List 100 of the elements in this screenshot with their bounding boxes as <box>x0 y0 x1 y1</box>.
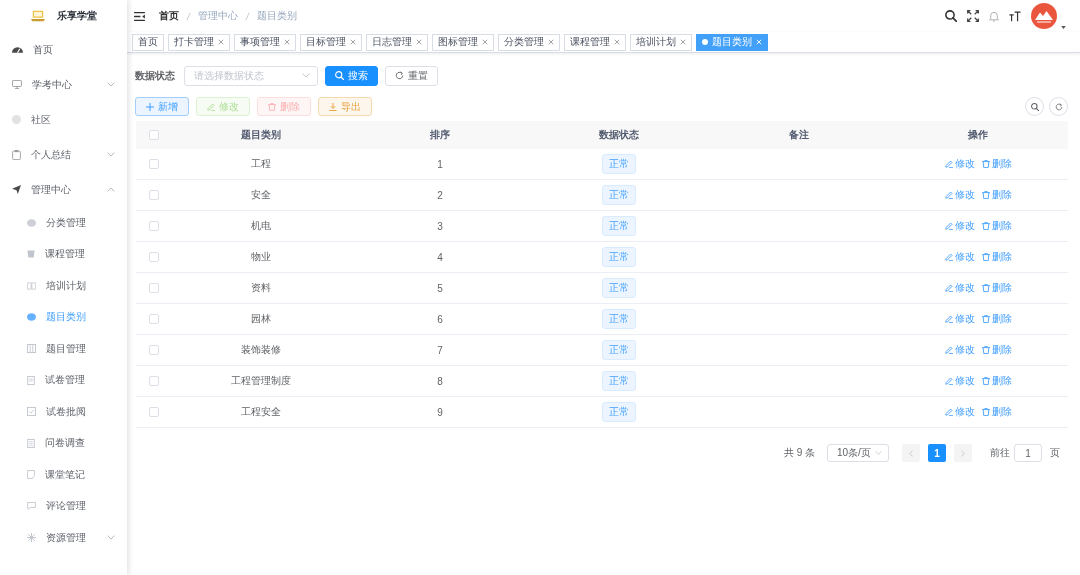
chevron-right-icon <box>961 449 965 457</box>
document-icon <box>27 375 35 385</box>
pencil-icon <box>944 222 953 230</box>
pencil-icon <box>944 315 953 323</box>
status-tag: 正常 <box>602 371 637 391</box>
checkbox[interactable] <box>148 283 159 293</box>
note-icon <box>27 470 35 480</box>
status-tag: 正常 <box>602 216 637 236</box>
page-input[interactable]: 1 <box>1014 444 1042 462</box>
checkbox[interactable] <box>148 252 159 262</box>
table-cell: 工程安全 <box>240 405 281 419</box>
table-cell: 5 <box>437 282 443 294</box>
refresh-icon <box>395 71 404 80</box>
menu-item[interactable]: 评论管理 <box>0 490 127 522</box>
checkbox[interactable] <box>148 221 159 231</box>
book-icon <box>27 281 36 290</box>
grid-icon <box>27 344 36 354</box>
tab[interactable]: 分类管理 <box>498 33 560 51</box>
menu-item[interactable]: 首页 <box>0 32 127 67</box>
refresh-icon <box>1054 102 1063 111</box>
checkbox[interactable] <box>148 407 159 417</box>
status-tag: 正常 <box>602 278 637 298</box>
close-icon[interactable] <box>482 39 488 45</box>
close-icon[interactable] <box>416 39 422 45</box>
tab[interactable]: 课程管理 <box>564 33 626 51</box>
text-size-icon[interactable] <box>1009 10 1021 22</box>
goto-label: 前往 <box>990 446 1010 460</box>
breadcrumb-link[interactable]: 首页 <box>159 9 179 23</box>
checkbox[interactable] <box>148 314 159 324</box>
trash-icon <box>981 160 990 168</box>
menu-icon[interactable] <box>134 11 145 21</box>
field-label: 数据状态 <box>135 68 175 83</box>
checkbox[interactable] <box>148 190 159 200</box>
bell-icon[interactable] <box>989 10 999 22</box>
reset-button[interactable]: 重置 <box>385 65 438 86</box>
menu-item[interactable]: 资源管理 <box>0 522 127 554</box>
laptop-icon <box>30 10 45 22</box>
trash-icon <box>981 253 990 261</box>
menu-item[interactable]: 试卷批阅 <box>0 396 127 428</box>
avatar-icon[interactable] <box>1031 3 1057 29</box>
table-cell: 8 <box>437 375 443 387</box>
search-toggle-button[interactable] <box>1025 97 1044 116</box>
table-cell: 7 <box>437 344 443 356</box>
close-icon[interactable] <box>350 39 356 45</box>
tab[interactable]: 首页 <box>132 33 164 51</box>
pencil-icon <box>944 160 953 168</box>
table-cell: 装饰装修 <box>240 343 281 357</box>
disc-icon <box>27 313 36 322</box>
menu-item[interactable]: 课程管理 <box>0 238 127 270</box>
menu-item[interactable]: 试卷管理 <box>0 364 127 396</box>
breadcrumb-item: 管理中心 <box>198 9 238 23</box>
pencil-icon <box>207 102 215 111</box>
menu-item[interactable]: 个人总结 <box>0 137 127 172</box>
status-tag: 正常 <box>602 154 637 174</box>
close-icon[interactable] <box>614 39 620 45</box>
trash-icon <box>268 102 276 111</box>
menu-item[interactable]: 题目管理 <box>0 333 127 365</box>
checkbox[interactable] <box>148 159 159 169</box>
table-cell: 2 <box>437 189 443 201</box>
caret-icon[interactable] <box>1061 26 1066 29</box>
tab[interactable]: 打卡管理 <box>168 33 230 51</box>
tab[interactable]: 培训计划 <box>630 33 692 51</box>
fullscreen-icon[interactable] <box>967 10 979 22</box>
menu-item[interactable]: 管理中心 <box>0 172 127 207</box>
chevron-down-icon <box>302 73 310 78</box>
tab[interactable]: 日志管理 <box>366 33 428 51</box>
chevron-left-icon <box>909 449 913 457</box>
status-tag: 正常 <box>602 185 637 205</box>
menu-item[interactable]: 分类管理 <box>0 207 127 239</box>
table-cell: 机电 <box>250 219 271 233</box>
column-header: 备注 <box>788 128 809 142</box>
page-size-select[interactable]: 10条/页 <box>827 444 889 462</box>
tab[interactable]: 图标管理 <box>432 33 494 51</box>
close-icon[interactable] <box>218 39 224 45</box>
gauge-icon <box>12 46 23 53</box>
tab[interactable]: 事项管理 <box>234 33 296 51</box>
close-icon[interactable] <box>680 39 686 45</box>
circle-icon <box>12 115 21 124</box>
menu-item[interactable]: 培训计划 <box>0 270 127 302</box>
trash-icon <box>981 191 990 199</box>
checkbox[interactable] <box>148 376 159 386</box>
list-icon <box>27 438 35 448</box>
checkbox[interactable] <box>148 345 159 355</box>
menu-item[interactable]: 问卷调查 <box>0 427 127 459</box>
pencil-icon <box>944 253 953 261</box>
menu-item[interactable]: 社区 <box>0 102 127 137</box>
tab[interactable]: 目标管理 <box>300 33 362 51</box>
total-count: 共 9 条 <box>783 446 815 460</box>
menu-item[interactable]: 课堂笔记 <box>0 459 127 491</box>
table-cell: 9 <box>437 406 443 418</box>
close-icon[interactable] <box>284 39 290 45</box>
refresh-button[interactable] <box>1049 97 1068 116</box>
search-icon <box>335 71 344 80</box>
checkbox[interactable] <box>148 130 159 140</box>
search-icon[interactable] <box>945 10 957 22</box>
menu-item[interactable]: 学考中心 <box>0 67 127 102</box>
checked-document-icon <box>27 407 36 417</box>
close-icon[interactable] <box>548 39 554 45</box>
table-cell: 1 <box>437 158 443 170</box>
table-cell: 园林 <box>250 312 271 326</box>
